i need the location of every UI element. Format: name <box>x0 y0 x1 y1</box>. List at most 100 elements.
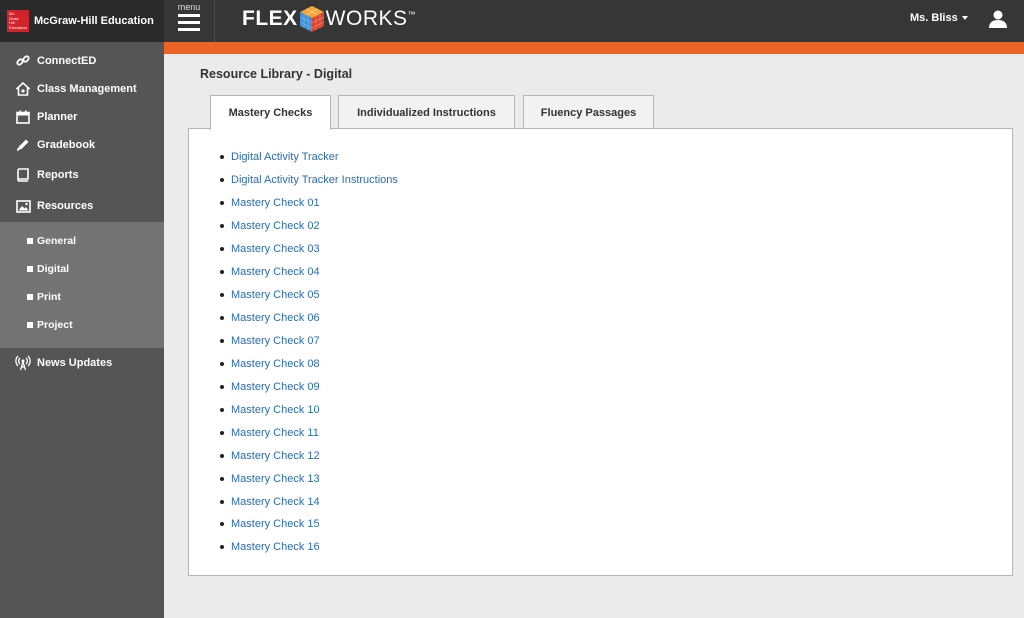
sidebar-item-label: News Updates <box>37 357 113 369</box>
user-menu[interactable]: Ms. Bliss <box>910 12 968 24</box>
sidebar-item-planner[interactable]: Planner <box>0 104 164 130</box>
bullet-icon <box>220 338 224 343</box>
sidebar-subitem-general[interactable]: General <box>0 230 164 252</box>
list-item: Mastery Check 09 <box>220 375 398 398</box>
sidebar-subitem-label: Project <box>37 319 73 331</box>
sidebar-subitem-label: General <box>37 235 77 247</box>
list-item: Mastery Check 07 <box>220 330 398 353</box>
menu-button[interactable]: menu <box>164 0 215 42</box>
sidebar-item-connected[interactable]: ConnectED <box>0 48 164 74</box>
bullet-icon <box>220 430 224 435</box>
sidebar-subitem-project[interactable]: Project <box>0 314 164 336</box>
tab-fluency-passages[interactable]: Fluency Passages <box>523 95 654 129</box>
sidebar-subitem-label: Print <box>37 291 61 303</box>
sidebar-item-gradebook[interactable]: Gradebook <box>0 132 164 158</box>
resource-link[interactable]: Mastery Check 15 <box>231 518 320 530</box>
list-item: Mastery Check 13 <box>220 467 398 490</box>
list-item: Mastery Check 05 <box>220 284 398 307</box>
page-title: Resource Library - Digital <box>200 67 353 81</box>
bullet-icon <box>220 384 224 389</box>
sidebar-item-news-updates[interactable]: News Updates <box>0 350 164 376</box>
list-item: Mastery Check 04 <box>220 261 398 284</box>
bullet-icon <box>220 155 224 160</box>
sidebar-item-label: ConnectED <box>37 55 97 67</box>
bullet-icon <box>220 293 224 298</box>
bullet-icon <box>220 201 224 206</box>
sidebar-subitem-print[interactable]: Print <box>0 286 164 308</box>
flexworks-logo: FLEX WORKS ™ <box>242 5 416 33</box>
accent-bar <box>164 42 1024 54</box>
tab-individualized-instructions[interactable]: Individualized Instructions <box>338 95 515 129</box>
bullet-icon <box>220 453 224 458</box>
list-item: Mastery Check 14 <box>220 490 398 513</box>
trademark-symbol: ™ <box>407 9 416 19</box>
resource-link[interactable]: Mastery Check 04 <box>231 266 320 278</box>
resource-link[interactable]: Mastery Check 05 <box>231 289 320 301</box>
sidebar-item-resources[interactable]: Resources <box>0 193 164 219</box>
list-item: Mastery Check 10 <box>220 398 398 421</box>
resource-link[interactable]: Mastery Check 08 <box>231 358 320 370</box>
bullet-icon <box>220 224 224 229</box>
resource-link[interactable]: Mastery Check 09 <box>231 381 320 393</box>
square-bullet-icon <box>27 266 33 272</box>
bullet-icon <box>220 522 224 527</box>
bullet-icon <box>220 407 224 412</box>
hamburger-icon <box>178 14 200 31</box>
resources-submenu: General Digital Print Project <box>0 222 164 348</box>
resource-link[interactable]: Digital Activity Tracker <box>231 151 339 163</box>
bullet-icon <box>220 247 224 252</box>
resource-link[interactable]: Mastery Check 02 <box>231 220 320 232</box>
resource-link[interactable]: Digital Activity Tracker Instructions <box>231 174 398 186</box>
sidebar-subitem-label: Digital <box>37 263 70 275</box>
list-item: Mastery Check 08 <box>220 352 398 375</box>
sidebar-item-label: Planner <box>37 111 78 123</box>
bullet-icon <box>220 476 224 481</box>
image-icon <box>15 198 31 214</box>
resource-link[interactable]: Mastery Check 01 <box>231 197 320 209</box>
list-item: Mastery Check 11 <box>220 421 398 444</box>
resource-link[interactable]: Mastery Check 10 <box>231 404 320 416</box>
square-bullet-icon <box>27 294 33 300</box>
sidebar-item-reports[interactable]: Reports <box>0 162 164 188</box>
caret-down-icon <box>961 16 968 20</box>
resource-link[interactable]: Mastery Check 16 <box>231 541 320 553</box>
calendar-icon <box>15 109 31 125</box>
top-bar: Mc Graw Hill Education McGraw-Hill Educa… <box>0 0 1024 42</box>
sidebar-subitem-digital[interactable]: Digital <box>0 258 164 280</box>
house-icon <box>15 81 31 97</box>
user-icon[interactable] <box>988 10 1008 28</box>
bullet-icon <box>220 499 224 504</box>
list-item: Mastery Check 12 <box>220 444 398 467</box>
logo-text-line: Education <box>9 24 27 30</box>
bullet-icon <box>220 316 224 321</box>
resource-link[interactable]: Mastery Check 14 <box>231 496 320 508</box>
pencil-icon <box>15 137 31 153</box>
bullet-icon <box>220 361 224 366</box>
cube-icon <box>299 6 324 32</box>
tab-mastery-checks[interactable]: Mastery Checks <box>210 95 331 130</box>
sidebar-item-label: Gradebook <box>37 139 96 151</box>
list-item: Mastery Check 02 <box>220 215 398 238</box>
brand[interactable]: Mc Graw Hill Education McGraw-Hill Educa… <box>0 0 164 42</box>
list-item: Mastery Check 06 <box>220 307 398 330</box>
square-bullet-icon <box>27 238 33 244</box>
square-bullet-icon <box>27 322 33 328</box>
resource-link[interactable]: Mastery Check 11 <box>231 427 319 439</box>
logo-works-text: WORKS <box>325 7 408 30</box>
resource-link[interactable]: Mastery Check 03 <box>231 243 320 255</box>
list-item: Mastery Check 01 <box>220 192 398 215</box>
resource-link[interactable]: Mastery Check 06 <box>231 312 320 324</box>
list-item: Digital Activity Tracker Instructions <box>220 169 398 192</box>
list-item: Digital Activity Tracker <box>220 146 398 169</box>
resource-list: Digital Activity Tracker Digital Activity… <box>220 146 398 559</box>
sidebar-item-label: Class Management <box>37 83 137 95</box>
sidebar: ConnectED Class Management Planner Grade… <box>0 42 164 618</box>
sidebar-item-label: Reports <box>37 169 79 181</box>
sidebar-item-class-management[interactable]: Class Management <box>0 76 164 102</box>
book-icon <box>15 167 31 183</box>
sidebar-item-label: Resources <box>37 200 94 212</box>
resource-link[interactable]: Mastery Check 07 <box>231 335 320 347</box>
mcgraw-hill-logo: Mc Graw Hill Education <box>7 10 29 32</box>
resource-link[interactable]: Mastery Check 13 <box>231 473 320 485</box>
resource-link[interactable]: Mastery Check 12 <box>231 450 320 462</box>
